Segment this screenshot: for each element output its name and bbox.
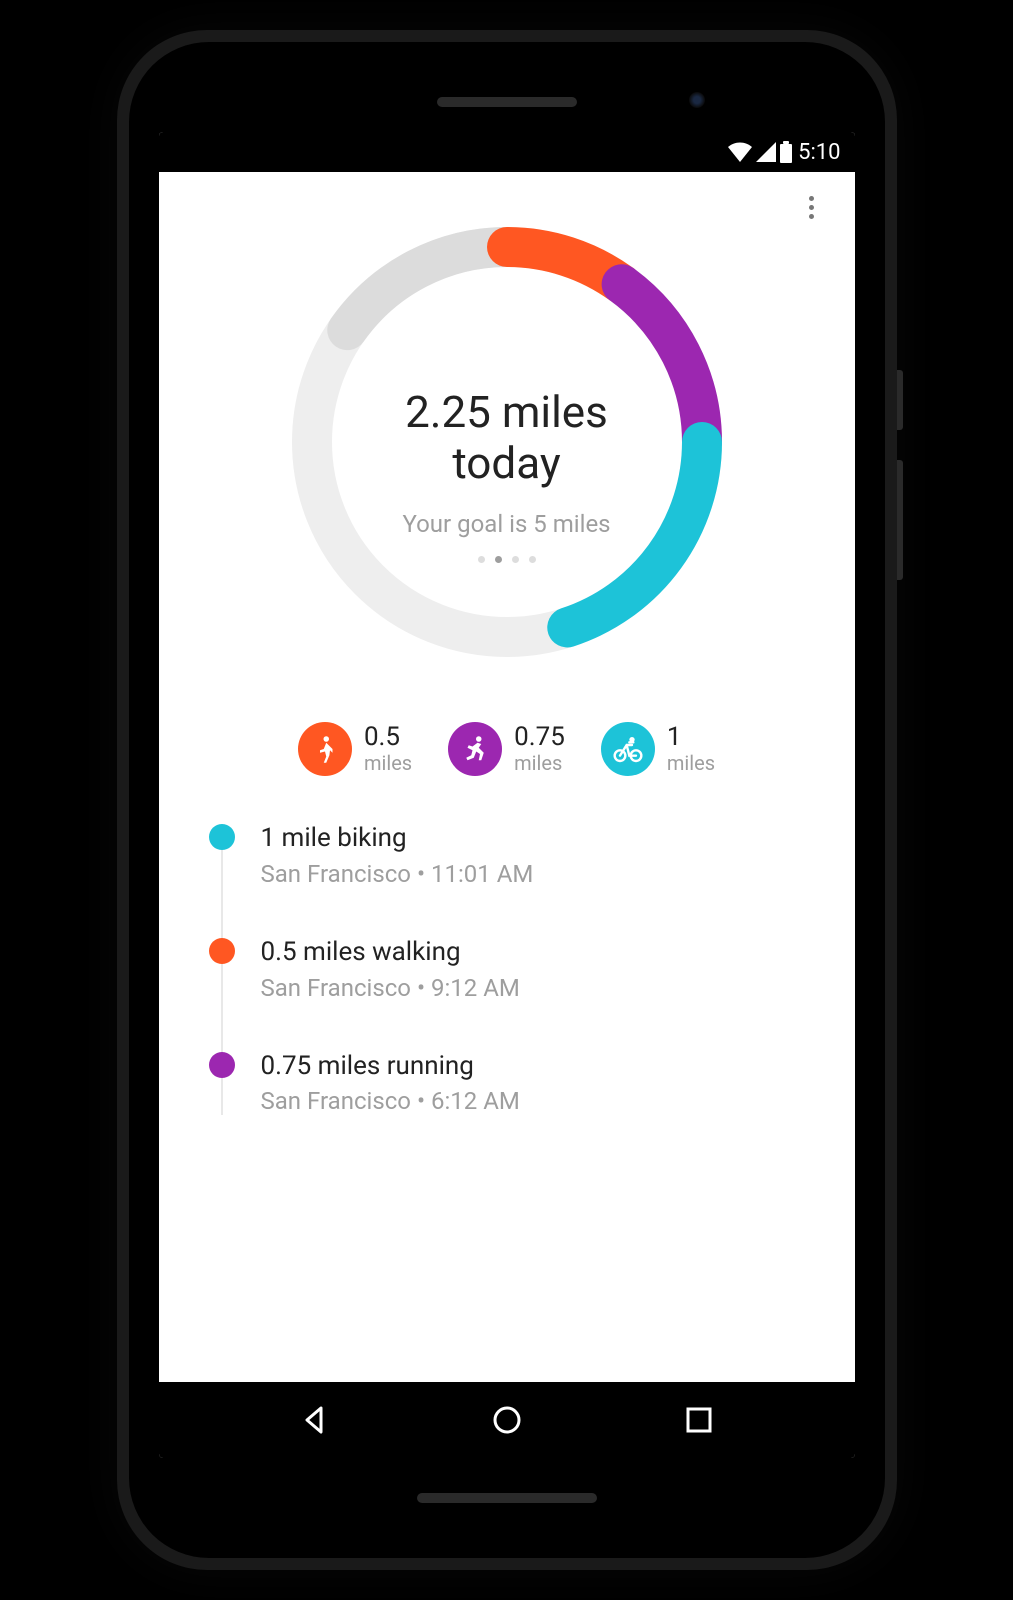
cellular-signal-icon (756, 142, 776, 162)
recent-apps-button[interactable] (669, 1390, 729, 1450)
status-time: 5:10 (798, 140, 840, 165)
progress-label: today (452, 437, 560, 489)
summary-text: 0.5miles (364, 723, 412, 776)
status-bar: 5:10 (159, 132, 855, 172)
timeline-location: San Francisco (261, 860, 411, 888)
timeline-meta: San Francisco • 9:12 AM (261, 974, 520, 1002)
timeline-dot (209, 938, 235, 964)
summary-value: 1 (667, 723, 715, 753)
activity-timeline: 1 mile biking San Francisco • 11:01 AM 0.5… (159, 822, 855, 1115)
summary-unit: miles (364, 752, 412, 775)
timeline-time: 6:12 AM (431, 1087, 520, 1115)
activity-summary-row: 0.5miles0.75miles1miles (159, 722, 855, 776)
page-dot[interactable] (529, 556, 536, 563)
timeline-dot (209, 824, 235, 850)
summary-item-running[interactable]: 0.75miles (448, 722, 565, 776)
progress-subtitle: Your goal is 5 miles (347, 510, 667, 538)
navigation-bar (159, 1382, 855, 1458)
run-icon (448, 722, 502, 776)
timeline-meta: San Francisco • 11:01 AM (261, 860, 534, 888)
status-icons (728, 141, 792, 163)
timeline-text: 1 mile biking San Francisco • 11:01 AM (261, 822, 534, 888)
speaker-top (437, 97, 577, 107)
timeline-time: 9:12 AM (431, 974, 520, 1002)
speaker-bottom (417, 1493, 597, 1503)
front-camera (689, 92, 705, 108)
timeline-text: 0.5 miles walking San Francisco • 9:12 AM (261, 936, 520, 1002)
timeline-title: 1 mile biking (261, 822, 534, 856)
summary-text: 0.75miles (514, 723, 565, 776)
summary-unit: miles (514, 752, 565, 775)
page-dot[interactable] (495, 556, 502, 563)
summary-text: 1miles (667, 723, 715, 776)
timeline-title: 0.5 miles walking (261, 936, 520, 970)
back-button[interactable] (285, 1390, 345, 1450)
timeline-meta: San Francisco • 6:12 AM (261, 1087, 520, 1115)
timeline-dot (209, 1052, 235, 1078)
page-indicator[interactable] (347, 556, 667, 563)
page-dot[interactable] (478, 556, 485, 563)
walk-icon (298, 722, 352, 776)
timeline-item[interactable]: 1 mile biking San Francisco • 11:01 AM (209, 822, 815, 888)
battery-icon (780, 141, 792, 163)
timeline-text: 0.75 miles running San Francisco • 6:12 A… (261, 1050, 520, 1116)
phone-inner: 5:10 2.25 miles today Your goal is 5 mil… (129, 42, 885, 1558)
summary-item-biking[interactable]: 1miles (601, 722, 715, 776)
power-button (897, 370, 903, 430)
timeline-title: 0.75 miles running (261, 1050, 520, 1084)
wifi-icon (728, 142, 752, 162)
bike-icon (601, 722, 655, 776)
summary-item-walking[interactable]: 0.5miles (298, 722, 412, 776)
timeline-location: San Francisco (261, 974, 411, 1002)
ring-center: 2.25 miles today Your goal is 5 miles (347, 387, 667, 563)
screen: 5:10 2.25 miles today Your goal is 5 mil… (159, 132, 855, 1458)
timeline-item[interactable]: 0.75 miles running San Francisco • 6:12 A… (209, 1050, 815, 1116)
summary-value: 0.5 (364, 723, 412, 753)
progress-value: 2.25 miles (405, 386, 608, 438)
summary-unit: miles (667, 752, 715, 775)
app-content: 2.25 miles today Your goal is 5 miles 0.… (159, 172, 855, 1382)
home-button[interactable] (477, 1390, 537, 1450)
progress-title: 2.25 miles today (347, 387, 667, 488)
volume-button (897, 460, 903, 580)
timeline-item[interactable]: 0.5 miles walking San Francisco • 9:12 AM (209, 936, 815, 1002)
page-dot[interactable] (512, 556, 519, 563)
summary-value: 0.75 (514, 723, 565, 753)
timeline-time: 11:01 AM (431, 860, 533, 888)
timeline-location: San Francisco (261, 1087, 411, 1115)
overflow-menu-button[interactable] (797, 192, 827, 222)
phone-frame: 5:10 2.25 miles today Your goal is 5 mil… (117, 30, 897, 1570)
